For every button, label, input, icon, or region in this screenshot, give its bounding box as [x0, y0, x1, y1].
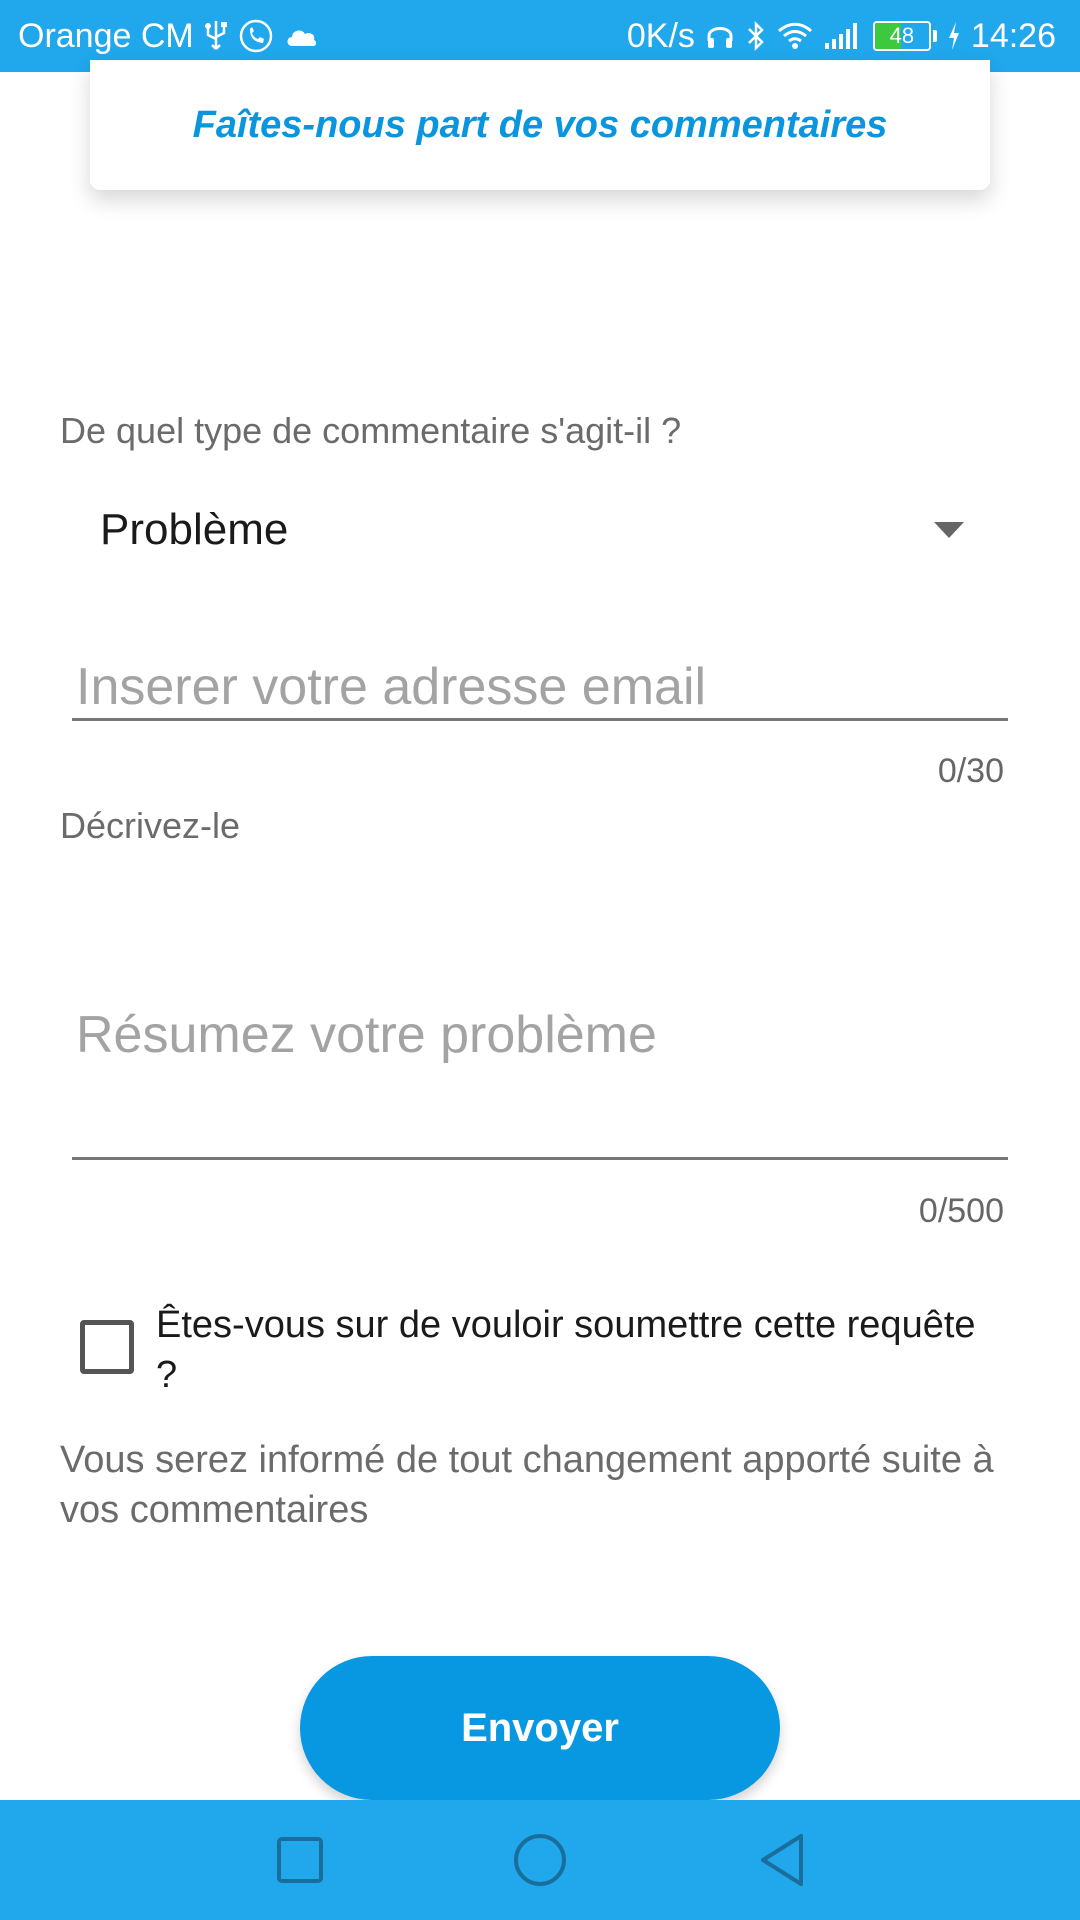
navigation-bar	[0, 1800, 1080, 1920]
send-button[interactable]: Envoyer	[300, 1656, 780, 1800]
charging-icon	[947, 21, 961, 51]
back-icon[interactable]	[752, 1830, 812, 1890]
confirm-row: Êtes-vous sur de vouloir soumettre cette…	[80, 1300, 980, 1400]
headset-icon	[705, 21, 735, 51]
status-right: 0K/s 48 14:26	[627, 17, 1056, 56]
recent-apps-icon[interactable]	[270, 1830, 330, 1890]
description-field[interactable]	[72, 980, 1008, 1160]
signal-icon	[823, 21, 863, 51]
feedback-type-dropdown[interactable]: Problème	[100, 490, 980, 570]
feedback-type-selected: Problème	[100, 505, 289, 554]
battery-icon: 48	[872, 21, 937, 51]
net-speed: 0K/s	[626, 16, 695, 55]
email-char-counter: 0/30	[937, 752, 1004, 790]
carrier-name: Orange CM	[18, 16, 194, 55]
cloud-icon	[284, 24, 318, 48]
describe-label: Décrivez-le	[60, 805, 241, 846]
dropdown-arrow-icon	[934, 522, 964, 538]
battery-level: 48	[889, 23, 915, 48]
bluetooth-icon	[745, 20, 767, 52]
description-char-counter: 0/500	[918, 1192, 1004, 1230]
wifi-icon	[777, 21, 813, 51]
email-field[interactable]	[72, 655, 1008, 721]
confirm-checkbox[interactable]	[80, 1320, 134, 1374]
info-text: Vous serez informé de tout changement ap…	[60, 1439, 994, 1531]
header-card: Faîtes-nous part de vos commentaires	[90, 60, 990, 190]
status-left: Orange CM	[18, 17, 318, 56]
call-icon	[238, 18, 274, 54]
feedback-type-label: De quel type de commentaire s'agit-il ?	[60, 410, 682, 451]
usb-icon	[204, 19, 228, 53]
home-icon[interactable]	[510, 1830, 570, 1890]
page-title: Faîtes-nous part de vos commentaires	[192, 103, 888, 146]
clock: 14:26	[970, 16, 1056, 55]
confirm-label: Êtes-vous sur de vouloir soumettre cette…	[156, 1304, 976, 1396]
